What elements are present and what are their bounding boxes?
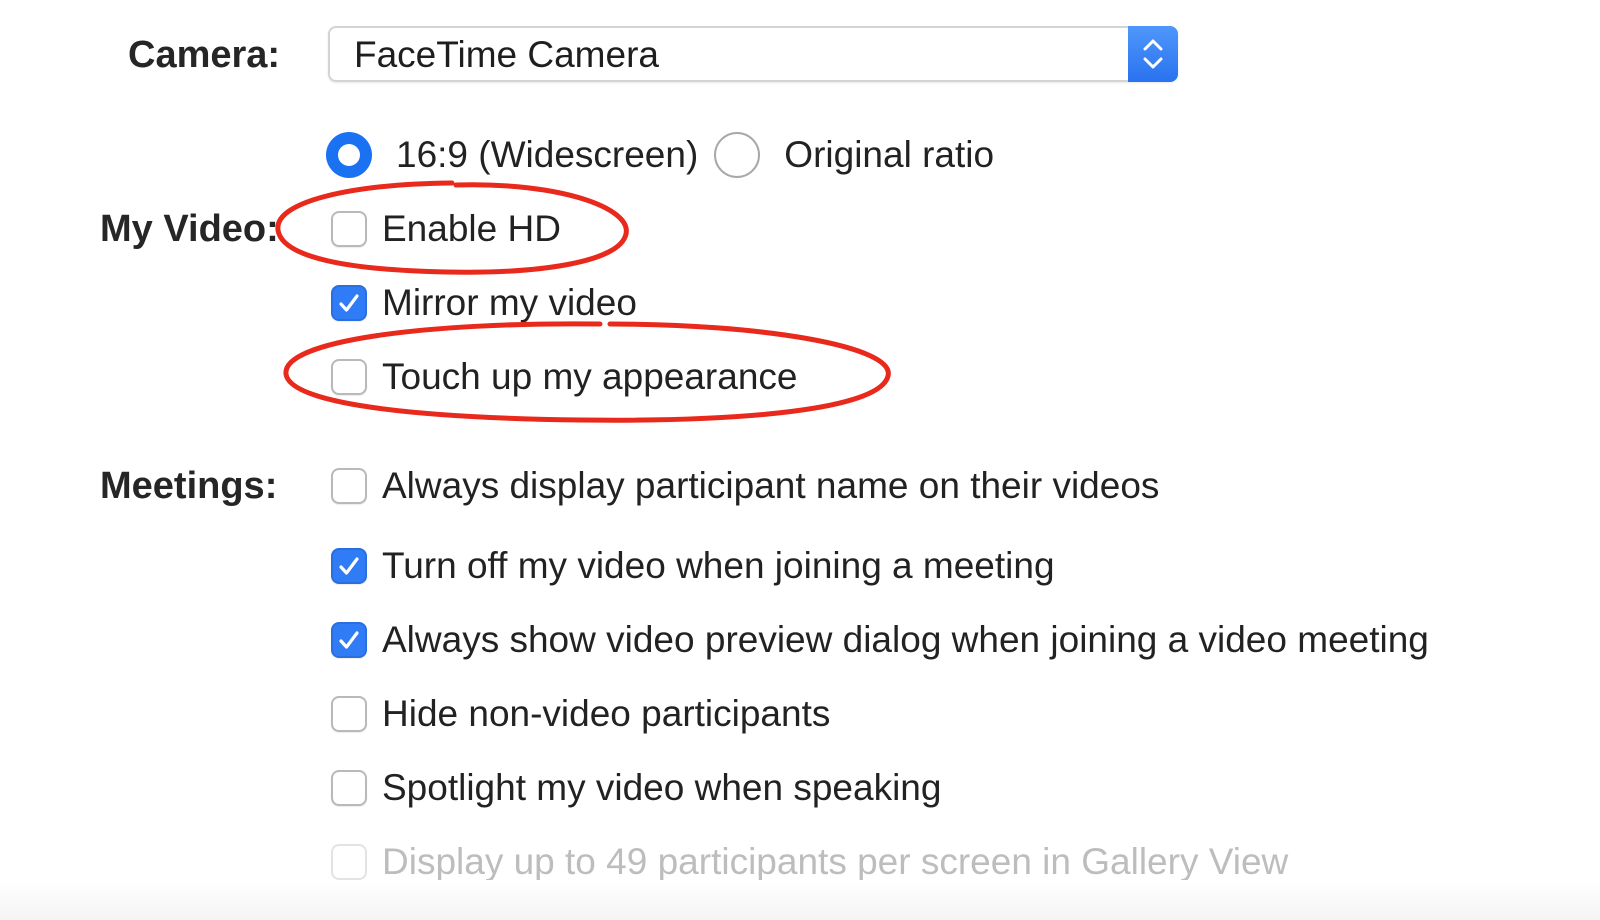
checkbox-mirror-video-label: Mirror my video — [382, 282, 637, 323]
checkbox-hide-non-video[interactable] — [331, 696, 367, 732]
checkbox-turn-off-video-label: Turn off my video when joining a meeting — [382, 545, 1055, 586]
checkbox-video-preview-row[interactable]: Always show video preview dialog when jo… — [331, 617, 1429, 663]
aspect-ratio-radio-group: 16:9 (Widescreen) Original ratio — [326, 130, 994, 180]
checkbox-hide-non-video-row[interactable]: Hide non-video participants — [331, 691, 830, 737]
checkbox-touch-up[interactable] — [331, 359, 367, 395]
checkmark-icon — [339, 294, 359, 312]
window-bottom-edge — [0, 880, 1600, 920]
radio-widescreen[interactable] — [326, 132, 372, 178]
checkbox-video-preview-label: Always show video preview dialog when jo… — [382, 619, 1429, 660]
radio-original-ratio[interactable] — [714, 132, 761, 178]
checkmark-icon — [339, 557, 359, 575]
radio-original-ratio-label: Original ratio — [784, 134, 995, 175]
checkbox-mirror-video[interactable] — [331, 285, 367, 321]
camera-label: Camera: — [128, 34, 281, 76]
checkbox-touch-up-row[interactable]: Touch up my appearance — [331, 354, 798, 400]
checkbox-touch-up-label: Touch up my appearance — [382, 356, 798, 397]
meetings-label: Meetings: — [100, 465, 278, 507]
checkbox-turn-off-video-row[interactable]: Turn off my video when joining a meeting — [331, 543, 1055, 589]
checkbox-gallery-49 — [331, 844, 367, 880]
checkbox-display-names[interactable] — [331, 468, 367, 504]
checkbox-hide-non-video-label: Hide non-video participants — [382, 693, 831, 734]
checkbox-spotlight[interactable] — [331, 770, 367, 806]
checkbox-enable-hd[interactable] — [331, 211, 367, 247]
checkmark-icon — [339, 631, 359, 649]
camera-select-value: FaceTime Camera — [354, 34, 659, 75]
up-down-chevron-icon[interactable] — [1128, 26, 1178, 82]
camera-select[interactable]: FaceTime Camera — [328, 26, 1178, 82]
checkbox-gallery-49-label: Display up to 49 participants per screen… — [382, 841, 1289, 882]
checkbox-enable-hd-label: Enable HD — [382, 208, 561, 249]
checkbox-spotlight-label: Spotlight my video when speaking — [382, 767, 942, 808]
checkbox-turn-off-video[interactable] — [331, 548, 367, 584]
my-video-label: My Video: — [100, 208, 279, 250]
checkbox-enable-hd-row[interactable]: Enable HD — [331, 206, 561, 252]
radio-widescreen-label: 16:9 (Widescreen) — [396, 134, 699, 175]
checkbox-spotlight-row[interactable]: Spotlight my video when speaking — [331, 765, 941, 811]
checkbox-gallery-49-row: Display up to 49 participants per screen… — [331, 839, 1288, 885]
checkbox-display-names-label: Always display participant name on their… — [382, 465, 1160, 506]
radio-selected-dot — [338, 144, 360, 166]
checkbox-mirror-video-row[interactable]: Mirror my video — [331, 280, 637, 326]
checkbox-video-preview[interactable] — [331, 622, 367, 658]
checkbox-display-names-row[interactable]: Always display participant name on their… — [331, 463, 1159, 509]
